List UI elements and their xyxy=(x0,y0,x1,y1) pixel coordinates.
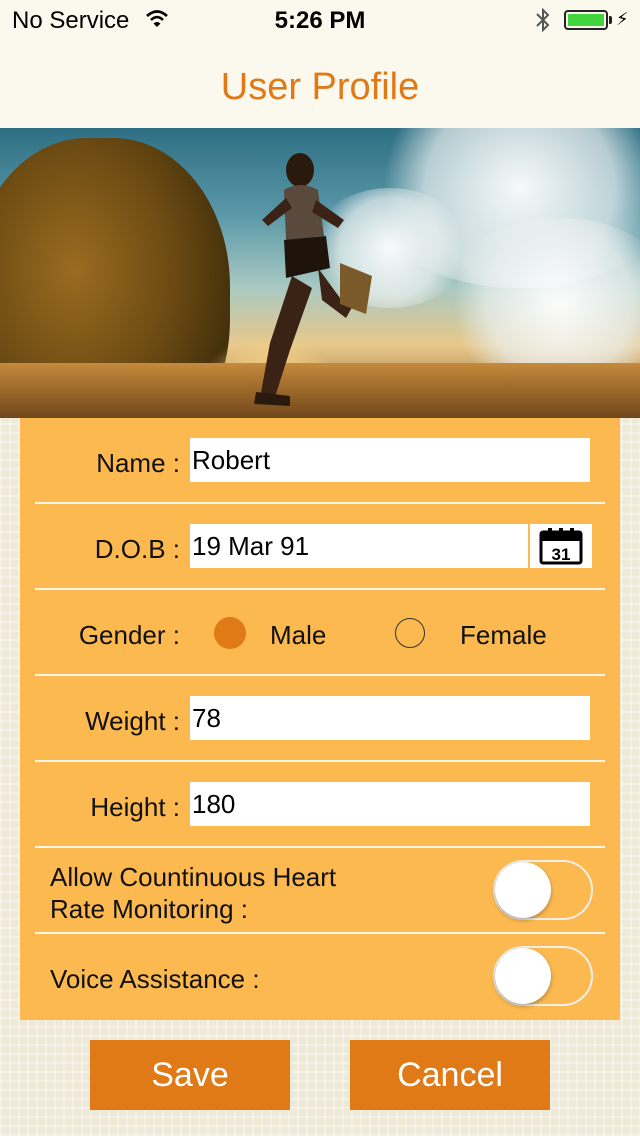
weight-input[interactable] xyxy=(190,696,590,740)
toggle-knob xyxy=(495,948,551,1004)
calendar-day: 31 xyxy=(552,545,571,564)
calendar-button[interactable]: 31 xyxy=(530,524,592,568)
height-row: Height : xyxy=(20,762,620,846)
voice-toggle[interactable] xyxy=(493,946,593,1006)
hero-image xyxy=(0,128,640,418)
name-row: Name : xyxy=(20,418,620,502)
voice-row: Voice Assistance : xyxy=(20,934,620,1020)
gender-row: Gender : Male Female xyxy=(20,590,620,674)
gender-female-radio[interactable] xyxy=(395,618,425,648)
runner-silhouette xyxy=(254,153,372,406)
voice-label: Voice Assistance : xyxy=(50,964,260,994)
bluetooth-icon xyxy=(534,6,552,41)
save-button[interactable]: Save xyxy=(90,1040,290,1110)
name-label: Name : xyxy=(96,448,180,478)
gender-male-radio[interactable] xyxy=(214,617,246,649)
navigation-bar: User Profile xyxy=(0,40,640,129)
height-label: Height : xyxy=(90,792,180,822)
dob-row: D.O.B : 31 xyxy=(20,504,620,588)
heart-rate-toggle[interactable] xyxy=(493,860,593,920)
battery-icon xyxy=(564,10,608,30)
gender-label: Gender : xyxy=(78,620,180,650)
name-input[interactable] xyxy=(190,438,590,482)
charging-bolt-icon: ⚡︎ xyxy=(616,9,629,29)
battery-level xyxy=(568,14,604,26)
calendar-icon: 31 xyxy=(539,528,583,565)
weight-label: Weight : xyxy=(85,706,180,736)
cancel-button[interactable]: Cancel xyxy=(350,1040,550,1110)
weight-row: Weight : xyxy=(20,676,620,760)
heart-rate-label-line1: Allow Countinuous Heart xyxy=(50,862,337,892)
battery-tip xyxy=(609,16,612,24)
height-input[interactable] xyxy=(190,782,590,826)
dob-label: D.O.B : xyxy=(94,534,180,564)
toggle-knob xyxy=(495,862,551,918)
gender-male-label[interactable]: Male xyxy=(270,620,326,651)
dob-input[interactable] xyxy=(190,524,528,568)
heart-rate-row: Allow Countinuous Heart Rate Monitoring … xyxy=(20,848,620,932)
profile-form: Name : D.O.B : 31 Gender : Male Female W… xyxy=(20,418,620,1020)
gender-female-label[interactable]: Female xyxy=(460,620,547,651)
heart-rate-label-line2: Rate Monitoring : xyxy=(50,894,248,924)
page-title: User Profile xyxy=(220,66,420,108)
status-bar: No Service 5:26 PM ⚡︎ xyxy=(0,0,640,40)
